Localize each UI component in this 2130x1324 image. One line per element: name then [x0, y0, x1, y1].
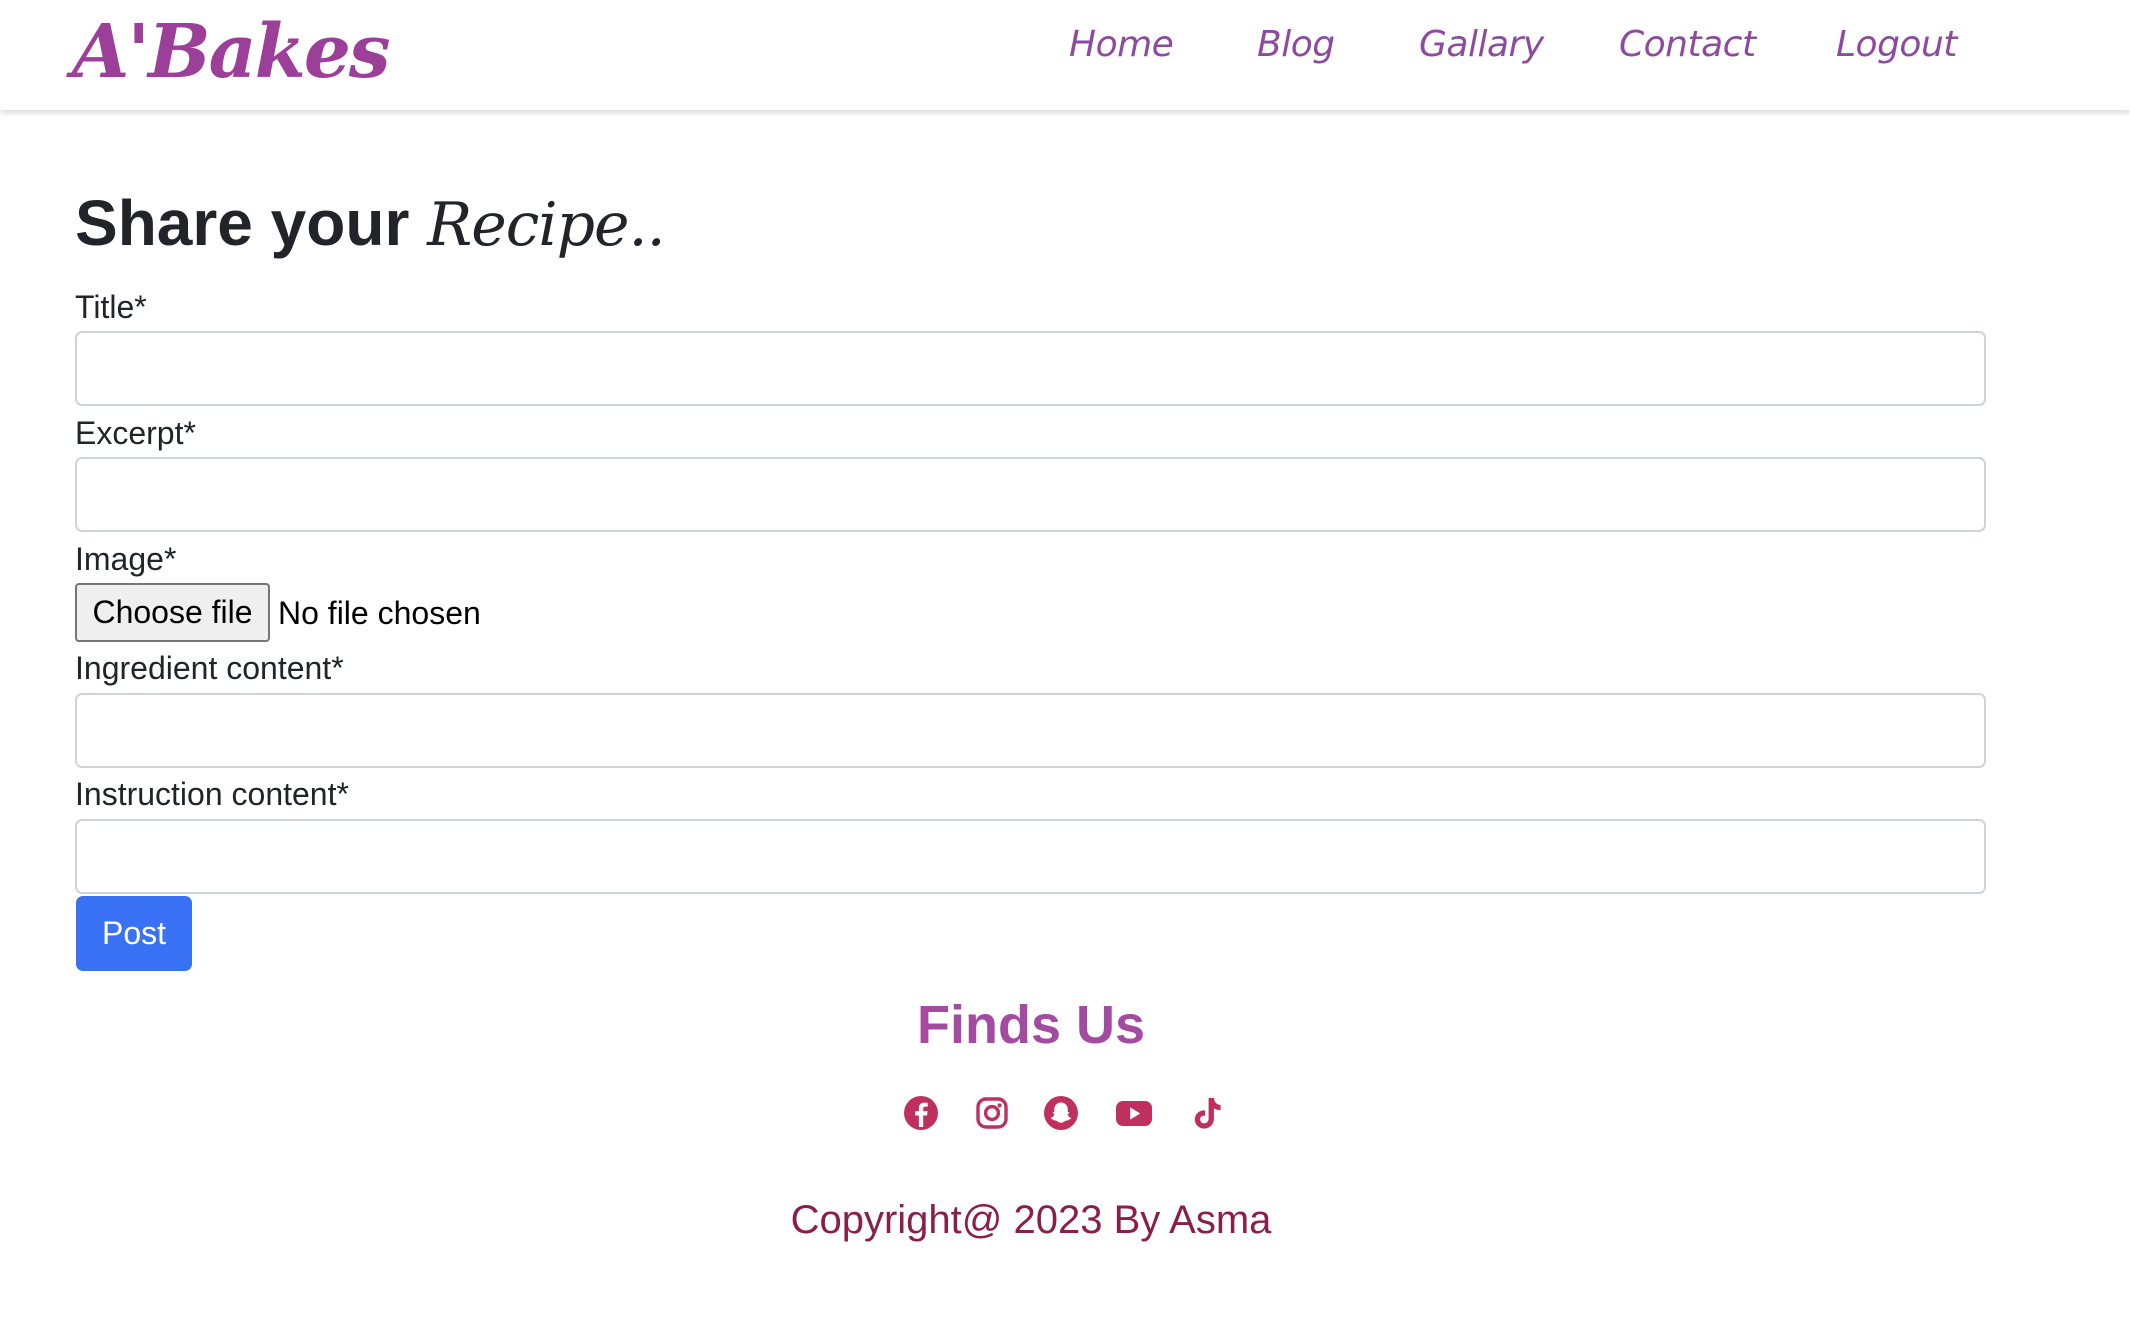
- choose-file-button[interactable]: Choose file: [75, 583, 270, 642]
- instruction-input[interactable]: [75, 819, 1986, 894]
- nav-link-blog[interactable]: Blog: [1257, 18, 1335, 72]
- excerpt-label: Excerpt*: [75, 415, 196, 451]
- footer-title: Finds Us: [916, 995, 1146, 1055]
- instruction-label: Instruction content*: [75, 776, 349, 812]
- nav-link-home[interactable]: Home: [1069, 18, 1174, 72]
- instagram-icon[interactable]: [973, 1094, 1011, 1132]
- copyright-text: Copyright@ 2023 By Asma: [790, 1198, 1272, 1242]
- page-title: Share your Recipe..: [75, 183, 666, 265]
- file-status: No file chosen: [278, 595, 481, 631]
- title-label: Title*: [75, 289, 147, 325]
- title-input[interactable]: [75, 331, 1986, 406]
- page-title-script: Recipe..: [427, 190, 666, 260]
- facebook-icon[interactable]: [902, 1094, 940, 1132]
- youtube-icon[interactable]: [1115, 1094, 1153, 1132]
- brand-logo[interactable]: A'Bakes: [72, 2, 391, 102]
- image-label: Image*: [75, 541, 177, 577]
- nav-link-gallary[interactable]: Gallary: [1419, 18, 1544, 72]
- ingredient-input[interactable]: [75, 693, 1986, 768]
- tiktok-icon[interactable]: [1188, 1094, 1226, 1132]
- social-links: [0, 1094, 2062, 1134]
- page-title-main: Share your: [75, 187, 410, 259]
- snapchat-icon[interactable]: [1042, 1094, 1080, 1132]
- nav-link-logout[interactable]: Logout: [1836, 18, 1957, 72]
- nav-link-contact[interactable]: Contact: [1619, 18, 1756, 72]
- post-button[interactable]: Post: [76, 896, 192, 971]
- ingredient-label: Ingredient content*: [75, 650, 344, 686]
- navbar: A'Bakes Home Blog Gallary Contact Logout: [0, 0, 2130, 110]
- excerpt-input[interactable]: [75, 457, 1986, 532]
